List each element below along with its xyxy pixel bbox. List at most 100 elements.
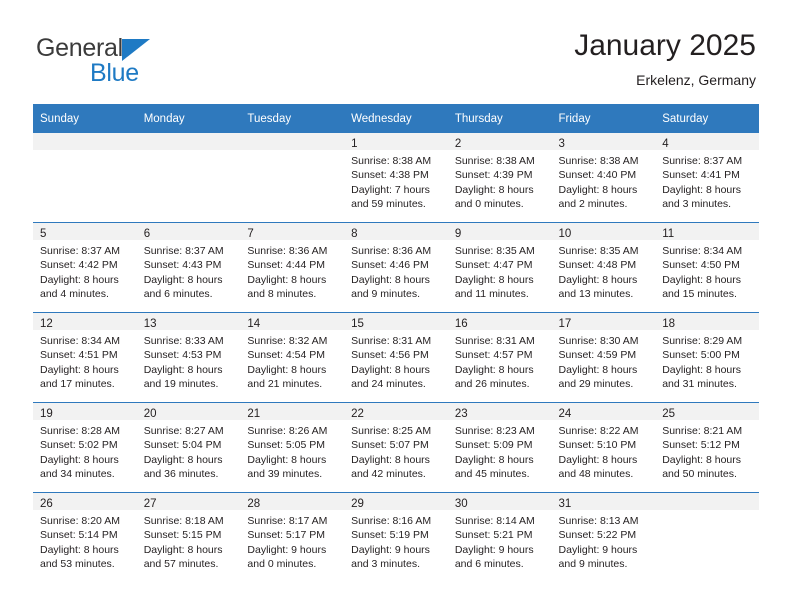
day-cell-details: Sunrise: 8:28 AM Sunset: 5:02 PM Daylight:… [33,420,137,482]
day-number: 9 [454,228,462,240]
daylight-text-line2: and 50 minutes. [662,468,737,481]
sunset-text: Sunset: 5:09 PM [454,439,533,452]
general-blue-logo[interactable]: General Blue [36,36,236,92]
calendar-day-cell[interactable]: 31 Sunrise: 8:13 AM Sunset: 5:22 PM Dayligh… [551,492,656,582]
calendar-day-cell[interactable]: 26 Sunrise: 8:20 AM Sunset: 5:14 PM Dayligh… [33,492,137,582]
sunset-text: Sunset: 4:53 PM [143,349,222,362]
daylight-text-line1: Daylight: 9 hours [454,543,534,556]
day-cell-details: Sunrise: 8:34 AM Sunset: 4:51 PM Daylight:… [33,330,137,392]
daylight-text-line2: and 36 minutes. [143,468,219,481]
sunrise-text: Sunrise: 8:36 AM [247,245,328,257]
calendar-day-cell[interactable]: 28 Sunrise: 8:17 AM Sunset: 5:17 PM Dayligh… [240,492,345,582]
calendar-grid: Sunday Monday Tuesday Wednesday Thursday… [33,104,759,582]
day-cell-details: Sunrise: 8:20 AM Sunset: 5:14 PM Daylight:… [33,510,137,572]
calendar-day-cell[interactable]: 13 Sunrise: 8:33 AM Sunset: 4:53 PM Dayligh… [136,312,241,403]
sunrise-text: Sunrise: 8:17 AM [247,515,328,527]
calendar-day-cell[interactable]: 1 Sunrise: 8:38 AM Sunset: 4:38 PM Daylight… [344,133,448,223]
sunrise-text: Sunrise: 8:30 AM [558,335,639,347]
day-number: 21 [247,408,261,420]
day-cell-details: Sunrise: 8:33 AM Sunset: 4:53 PM Daylight:… [137,330,241,392]
daylight-text-line1: Daylight: 8 hours [40,273,119,286]
day-cell-details: Sunrise: 8:38 AM Sunset: 4:40 PM Daylight:… [552,150,656,212]
day-number-band: 12 [33,313,137,330]
daylight-text-line2: and 6 minutes. [143,288,213,301]
day-cell-inner: 3 Sunrise: 8:38 AM Sunset: 4:40 PM Daylight… [551,133,656,222]
daylight-text-line2: and 53 minutes. [40,558,115,571]
sunset-text: Sunset: 4:40 PM [558,169,637,182]
calendar-day-cell[interactable]: 14 Sunrise: 8:32 AM Sunset: 4:54 PM Dayligh… [240,312,345,403]
calendar-day-cell[interactable]: 9 Sunrise: 8:35 AM Sunset: 4:47 PM Daylight… [447,222,552,313]
calendar-day-cell[interactable]: 8 Sunrise: 8:36 AM Sunset: 4:46 PM Daylight… [344,222,448,313]
calendar-day-cell[interactable]: 27 Sunrise: 8:18 AM Sunset: 5:15 PM Dayligh… [136,492,241,582]
day-number-band [240,133,345,150]
daylight-text-line2: and 4 minutes. [40,288,109,301]
calendar-day-cell[interactable]: 19 Sunrise: 8:28 AM Sunset: 5:02 PM Dayligh… [33,402,137,493]
calendar-week-row: 12 Sunrise: 8:34 AM Sunset: 4:51 PM Dayligh… [33,312,759,403]
daylight-text-line2: and 39 minutes. [247,468,323,481]
daylight-text-line1: Daylight: 9 hours [351,543,430,556]
sunrise-text: Sunrise: 8:16 AM [351,515,432,527]
calendar-day-cell[interactable]: 5 Sunrise: 8:37 AM Sunset: 4:42 PM Daylight… [33,222,137,313]
day-number-band: 8 [344,223,448,240]
calendar-day-cell[interactable]: 12 Sunrise: 8:34 AM Sunset: 4:51 PM Dayligh… [33,312,137,403]
calendar-day-cell[interactable]: 18 Sunrise: 8:29 AM Sunset: 5:00 PM Dayligh… [655,312,759,403]
daylight-text-line2: and 9 minutes. [558,558,628,571]
calendar-day-cell[interactable]: 24 Sunrise: 8:22 AM Sunset: 5:10 PM Dayligh… [551,402,656,493]
day-number: 11 [662,228,675,240]
daylight-text-line1: Daylight: 8 hours [40,363,119,376]
day-number-band: 10 [551,223,656,240]
day-cell-details: Sunrise: 8:35 AM Sunset: 4:48 PM Daylight:… [552,240,656,302]
daylight-text-line1: Daylight: 8 hours [662,453,742,466]
sunset-text: Sunset: 4:42 PM [40,259,118,272]
daylight-text-line1: Daylight: 8 hours [143,453,223,466]
sunrise-text: Sunrise: 8:31 AM [454,335,535,347]
calendar-day-cell[interactable]: 25 Sunrise: 8:21 AM Sunset: 5:12 PM Dayligh… [655,402,759,493]
day-number: 18 [662,318,676,330]
daylight-text-line2: and 26 minutes. [454,378,530,391]
day-cell-details: Sunrise: 8:25 AM Sunset: 5:07 PM Daylight:… [344,420,448,482]
calendar-day-cell[interactable]: 11 Sunrise: 8:34 AM Sunset: 4:50 PM Dayligh… [655,222,759,313]
calendar-day-cell[interactable]: 30 Sunrise: 8:14 AM Sunset: 5:21 PM Dayligh… [447,492,552,582]
logo-text-blue: Blue [90,59,139,87]
calendar-week-row: 5 Sunrise: 8:37 AM Sunset: 4:42 PM Daylight… [33,222,759,313]
calendar-day-cell[interactable]: 7 Sunrise: 8:36 AM Sunset: 4:44 PM Daylight… [240,222,345,313]
sunrise-text: Sunrise: 8:21 AM [662,425,743,437]
day-number-band: 20 [136,403,241,420]
day-cell-inner: 27 Sunrise: 8:18 AM Sunset: 5:15 PM Dayligh… [136,493,241,582]
day-number: 10 [558,228,572,240]
sunrise-text: Sunrise: 8:38 AM [351,155,432,167]
calendar-day-cell[interactable]: 4 Sunrise: 8:37 AM Sunset: 4:41 PM Daylight… [655,133,759,223]
day-number: 28 [247,498,261,510]
calendar-day-cell-empty [136,133,241,223]
calendar-day-cell[interactable]: 22 Sunrise: 8:25 AM Sunset: 5:07 PM Dayligh… [344,402,448,493]
calendar-day-cell[interactable]: 21 Sunrise: 8:26 AM Sunset: 5:05 PM Dayligh… [240,402,345,493]
daylight-text-line1: Daylight: 8 hours [143,363,223,376]
calendar-day-cell[interactable]: 3 Sunrise: 8:38 AM Sunset: 4:40 PM Daylight… [551,133,656,223]
daylight-text-line2: and 2 minutes. [558,198,628,211]
calendar-day-cell[interactable]: 2 Sunrise: 8:38 AM Sunset: 4:39 PM Daylight… [447,133,552,223]
daylight-text-line2: and 45 minutes. [454,468,530,481]
daylight-text-line2: and 0 minutes. [247,558,317,571]
day-cell-inner: 17 Sunrise: 8:30 AM Sunset: 4:59 PM Dayligh… [551,313,656,402]
calendar-day-cell[interactable]: 10 Sunrise: 8:35 AM Sunset: 4:48 PM Dayligh… [551,222,656,313]
sunset-text: Sunset: 5:17 PM [247,529,326,542]
calendar-day-cell[interactable]: 15 Sunrise: 8:31 AM Sunset: 4:56 PM Dayligh… [344,312,448,403]
daylight-text-line1: Daylight: 8 hours [40,453,119,466]
calendar-day-cell[interactable]: 23 Sunrise: 8:23 AM Sunset: 5:09 PM Dayligh… [447,402,552,493]
daylight-text-line1: Daylight: 8 hours [454,363,534,376]
sunset-text: Sunset: 4:39 PM [454,169,533,182]
sunset-text: Sunset: 4:59 PM [558,349,637,362]
calendar-day-cell[interactable]: 6 Sunrise: 8:37 AM Sunset: 4:43 PM Daylight… [136,222,241,313]
calendar-day-cell[interactable]: 20 Sunrise: 8:27 AM Sunset: 5:04 PM Dayligh… [136,402,241,493]
daylight-text-line1: Daylight: 7 hours [351,183,430,196]
day-cell-details: Sunrise: 8:22 AM Sunset: 5:10 PM Daylight:… [552,420,656,482]
calendar-day-cell[interactable]: 17 Sunrise: 8:30 AM Sunset: 4:59 PM Dayligh… [551,312,656,403]
sunset-text: Sunset: 4:47 PM [454,259,533,272]
sunset-text: Sunset: 4:50 PM [662,259,740,272]
calendar-day-cell[interactable]: 29 Sunrise: 8:16 AM Sunset: 5:19 PM Dayligh… [344,492,448,582]
day-cell-inner: 31 Sunrise: 8:13 AM Sunset: 5:22 PM Dayligh… [551,493,656,582]
day-cell-inner: 11 Sunrise: 8:34 AM Sunset: 4:50 PM Dayligh… [655,223,759,312]
calendar-day-cell[interactable]: 16 Sunrise: 8:31 AM Sunset: 4:57 PM Dayligh… [447,312,552,403]
daylight-text-line1: Daylight: 8 hours [247,363,327,376]
daylight-text-line1: Daylight: 8 hours [558,453,638,466]
